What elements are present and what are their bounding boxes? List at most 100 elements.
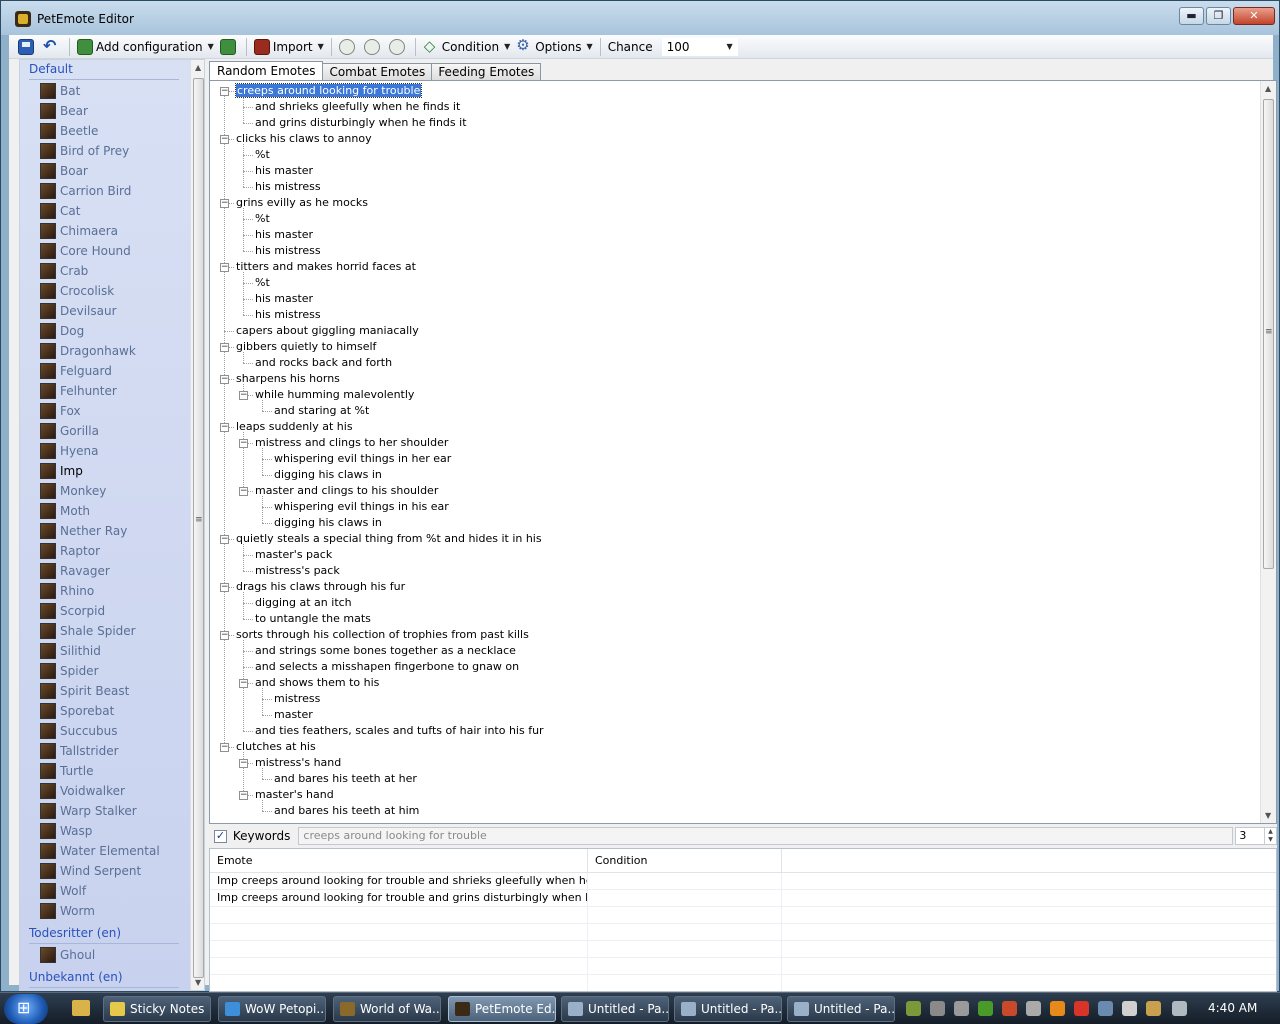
edit-configuration-button[interactable] [217, 37, 242, 57]
scroll-down-icon[interactable]: ▼ [1265, 811, 1271, 820]
emote-node[interactable]: his mistress [255, 179, 321, 195]
emote-node[interactable]: to untangle the mats [255, 611, 371, 627]
nvidia-icon[interactable] [978, 1001, 993, 1016]
volume-icon[interactable] [1172, 1001, 1187, 1016]
emote-node[interactable]: clicks his claws to annoy [236, 131, 372, 147]
collapse-icon[interactable]: − [220, 199, 229, 208]
pet-item[interactable]: Raptor [40, 542, 100, 560]
keyword-count-stepper[interactable]: 3 ▲ ▼ [1235, 827, 1277, 845]
pet-item[interactable]: Spider [40, 662, 99, 680]
tray-app-icon[interactable] [1002, 1001, 1017, 1016]
collapse-icon[interactable]: − [239, 679, 248, 688]
chance-dropdown[interactable]: 100 ▼ [661, 37, 738, 56]
emote-node[interactable]: digging his claws in [274, 515, 382, 531]
keywords-input[interactable]: creeps around looking for trouble [298, 827, 1234, 845]
scroll-thumb[interactable] [193, 78, 204, 978]
taskbar-button[interactable]: WoW Petopi... [218, 996, 326, 1022]
group-title[interactable]: Todesritter (en) [29, 926, 121, 940]
pet-item[interactable]: Scorpid [40, 602, 105, 620]
emote-node[interactable]: and strings some bones together as a nec… [255, 643, 516, 659]
taskbar-button[interactable]: World of Wa... [333, 996, 441, 1022]
undo-button[interactable] [40, 36, 65, 57]
emote-node[interactable]: drags his claws through his fur [236, 579, 405, 595]
emote-node[interactable]: his master [255, 163, 313, 179]
pet-item[interactable]: Worm [40, 902, 95, 920]
emote-node[interactable]: %t [255, 147, 270, 163]
emote-node[interactable]: and selects a misshapen fingerbone to gn… [255, 659, 519, 675]
pet-item[interactable]: Monkey [40, 482, 106, 500]
tab-combat-emotes[interactable]: Combat Emotes [322, 63, 433, 81]
emote-node[interactable]: quietly steals a special thing from %t a… [236, 531, 542, 547]
emote-node[interactable]: and bares his teeth at him [274, 803, 419, 819]
collapse-icon[interactable]: − [220, 135, 229, 144]
tab-feeding-emotes[interactable]: Feeding Emotes [431, 63, 542, 81]
pet-item[interactable]: Bear [40, 102, 88, 120]
collapse-icon[interactable]: − [220, 263, 229, 272]
explorer-icon[interactable] [72, 1000, 90, 1016]
title-bar[interactable]: PetEmote Editor ▬ ❐ ✕ [1, 1, 1279, 35]
emote-node[interactable]: master's hand [255, 787, 334, 803]
add-configuration-button[interactable]: Add configuration ▼ [74, 37, 217, 57]
table-row[interactable]: Imp creeps around looking for trouble an… [210, 873, 1276, 890]
emote-node[interactable]: his master [255, 227, 313, 243]
emote-node[interactable]: clutches at his [236, 739, 316, 755]
collapse-icon[interactable]: − [220, 87, 229, 96]
table-row[interactable] [210, 941, 1276, 958]
emote-node[interactable]: leaps suddenly at his [236, 419, 353, 435]
emote-node[interactable]: sharpens his horns [236, 371, 340, 387]
start-button[interactable] [4, 994, 48, 1024]
emote-node[interactable]: while humming malevolently [255, 387, 414, 403]
collapse-icon[interactable]: − [220, 343, 229, 352]
save-button[interactable] [15, 37, 40, 57]
collapse-icon[interactable]: − [220, 535, 229, 544]
pet-item[interactable]: Spirit Beast [40, 682, 129, 700]
emote-node[interactable]: and grins disturbingly when he finds it [255, 115, 467, 131]
table-row[interactable]: Imp creeps around looking for trouble an… [210, 890, 1276, 907]
pet-item[interactable]: Wolf [40, 882, 86, 900]
pet-item[interactable]: Turtle [40, 762, 93, 780]
pet-item[interactable]: Felguard [40, 362, 112, 380]
pet-item[interactable]: Moth [40, 502, 90, 520]
pet-item[interactable]: Dog [40, 322, 84, 340]
collapse-icon[interactable]: − [220, 631, 229, 640]
emote-node[interactable]: mistress's hand [255, 755, 341, 771]
pet-item[interactable]: Carrion Bird [40, 182, 131, 200]
tray-app-icon[interactable] [1074, 1001, 1089, 1016]
tray-app-icon[interactable] [1122, 1001, 1137, 1016]
emote-node[interactable]: and bares his teeth at her [274, 771, 417, 787]
collapse-icon[interactable]: − [239, 391, 248, 400]
emote-node[interactable]: digging his claws in [274, 467, 382, 483]
emote-node[interactable]: %t [255, 211, 270, 227]
emote-node[interactable]: and ties feathers, scales and tufts of h… [255, 723, 544, 739]
pet-item[interactable]: Rhino [40, 582, 94, 600]
add-sub-emote-button[interactable] [361, 37, 386, 57]
tray-app-icon[interactable] [906, 1001, 921, 1016]
pet-item[interactable]: Bat [40, 82, 80, 100]
collapse-icon[interactable]: − [239, 759, 248, 768]
close-button[interactable]: ✕ [1233, 7, 1275, 25]
pet-item[interactable]: Fox [40, 402, 81, 420]
taskbar-button[interactable]: Untitled - Pa... [561, 996, 669, 1022]
emote-node[interactable]: creeps around looking for trouble [234, 83, 423, 99]
tray-app-icon[interactable] [1146, 1001, 1161, 1016]
pet-item[interactable]: Succubus [40, 722, 118, 740]
pet-item[interactable]: Boar [40, 162, 88, 180]
emote-node[interactable]: %t [255, 275, 270, 291]
emote-node[interactable]: and rocks back and forth [255, 355, 392, 371]
pet-item[interactable]: Devilsaur [40, 302, 117, 320]
collapse-icon[interactable]: − [239, 791, 248, 800]
keywords-checkbox[interactable]: ✓ [214, 829, 227, 843]
emote-node[interactable]: his mistress [255, 307, 321, 323]
table-row[interactable] [210, 975, 1276, 991]
tab-random-emotes[interactable]: Random Emotes [209, 61, 324, 81]
pet-item[interactable]: Dragonhawk [40, 342, 136, 360]
taskbar-button[interactable]: Sticky Notes [103, 996, 211, 1022]
scroll-down-icon[interactable]: ▼ [195, 978, 201, 987]
pet-item[interactable]: Wind Serpent [40, 862, 141, 880]
condition-button[interactable]: Condition ▼ [420, 37, 513, 57]
pet-item[interactable]: Crocolisk [40, 282, 114, 300]
emote-node[interactable]: grins evilly as he mocks [236, 195, 368, 211]
maximize-button[interactable]: ❐ [1206, 7, 1231, 25]
table-row[interactable] [210, 958, 1276, 975]
network-icon[interactable] [1098, 1001, 1113, 1016]
